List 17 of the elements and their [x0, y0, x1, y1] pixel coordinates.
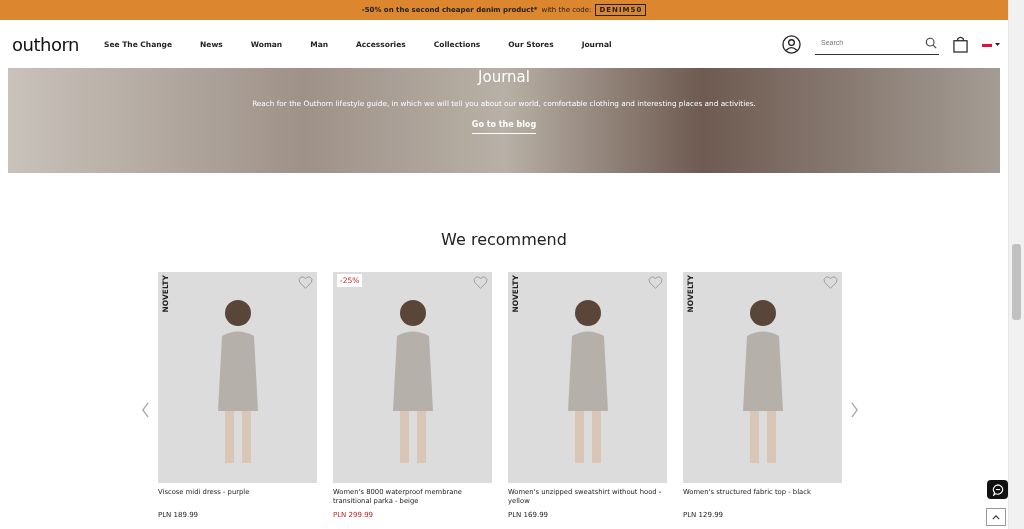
shopping-bag-icon[interactable] [953, 35, 968, 53]
user-icon[interactable] [782, 34, 801, 54]
heart-icon[interactable] [648, 276, 663, 289]
section-title: We recommend [440, 230, 568, 250]
search-icon[interactable] [925, 36, 937, 49]
logo[interactable]: outhorn [12, 33, 104, 55]
scroll-to-top-button[interactable] [986, 508, 1006, 526]
chevron-right-icon[interactable] [850, 402, 859, 418]
chevron-up-icon [992, 514, 1000, 520]
hero-title: Journal [478, 68, 530, 86]
chevron-left-icon[interactable] [141, 402, 150, 418]
heart-icon[interactable] [823, 276, 838, 289]
flag-dropdown-icon[interactable] [982, 40, 1000, 48]
chat-button[interactable] [987, 480, 1008, 499]
heart-icon[interactable] [473, 276, 488, 289]
heart-icon[interactable] [298, 276, 313, 289]
chat-icon [991, 483, 1004, 496]
